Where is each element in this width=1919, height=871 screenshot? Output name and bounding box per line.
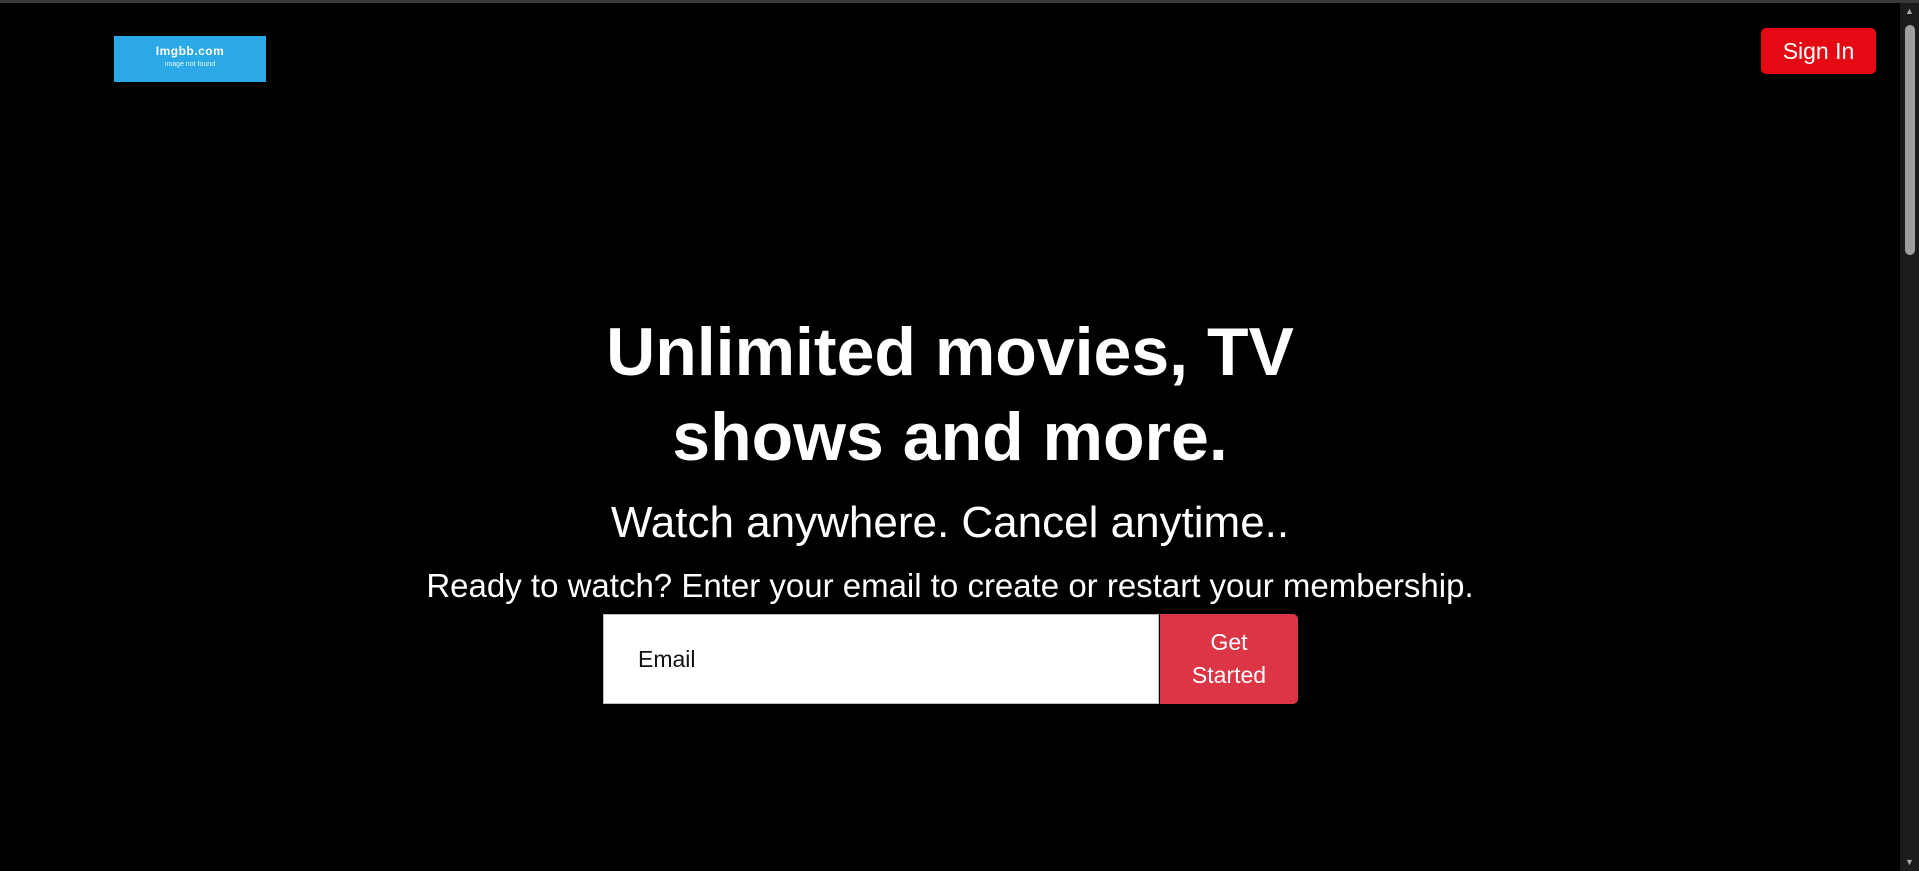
hero-headline: Unlimited movies, TV shows and more. (606, 314, 1294, 475)
logo-title: Imgbb.com (155, 44, 225, 58)
window-top-border (0, 0, 1919, 3)
email-signup-form: Get Started (603, 614, 1298, 704)
logo-image[interactable]: Imgbb.com image not found (114, 36, 266, 82)
hero-subheadline: Watch anywhere. Cancel anytime.. (610, 498, 1290, 547)
chevron-down-icon[interactable]: ▼ (1900, 854, 1919, 871)
hero-cta-text: Ready to watch? Enter your email to crea… (426, 567, 1474, 604)
vertical-scrollbar[interactable]: ▲ ▼ (1900, 3, 1919, 871)
email-input[interactable] (603, 614, 1159, 704)
chevron-up-icon[interactable]: ▲ (1900, 3, 1919, 20)
logo-subtitle: image not found (164, 61, 216, 68)
get-started-button[interactable]: Get Started (1160, 614, 1298, 704)
sign-in-button[interactable]: Sign In (1761, 28, 1876, 74)
page: Imgbb.com image not found Sign In Unlimi… (0, 0, 1919, 871)
scrollbar-thumb[interactable] (1905, 25, 1915, 255)
